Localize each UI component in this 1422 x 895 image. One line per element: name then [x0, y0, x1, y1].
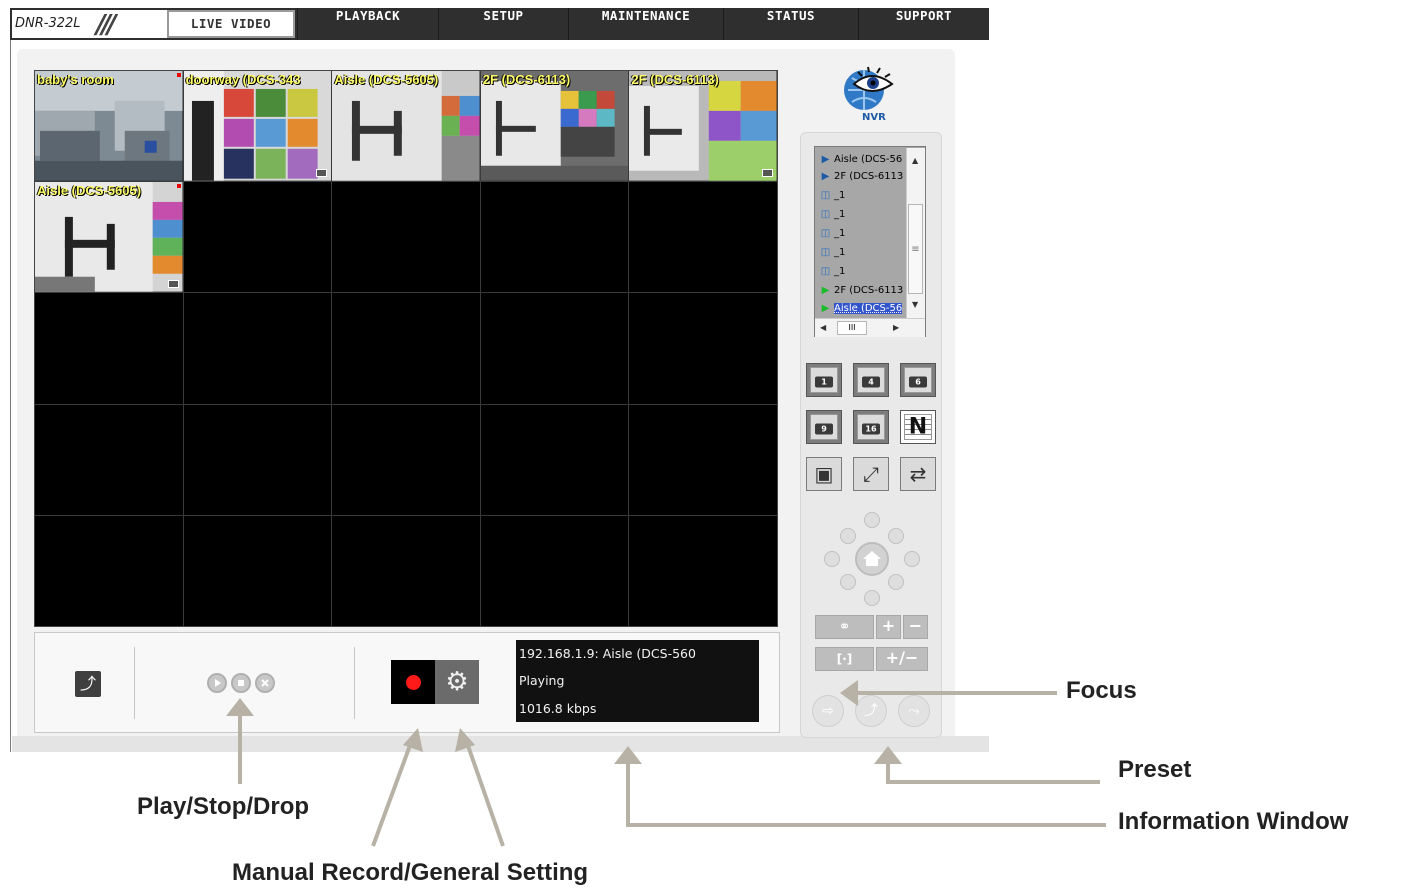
- annotation-focus: Focus: [1066, 677, 1137, 704]
- annotation-information-window: Information Window: [1118, 808, 1349, 835]
- annotation-preset: Preset: [1118, 756, 1192, 783]
- annotation-arrows: [226, 680, 1106, 847]
- annotation-play-stop-drop: Play/Stop/Drop: [137, 793, 310, 820]
- annotation-record-setting: Manual Record/General Setting: [232, 859, 589, 886]
